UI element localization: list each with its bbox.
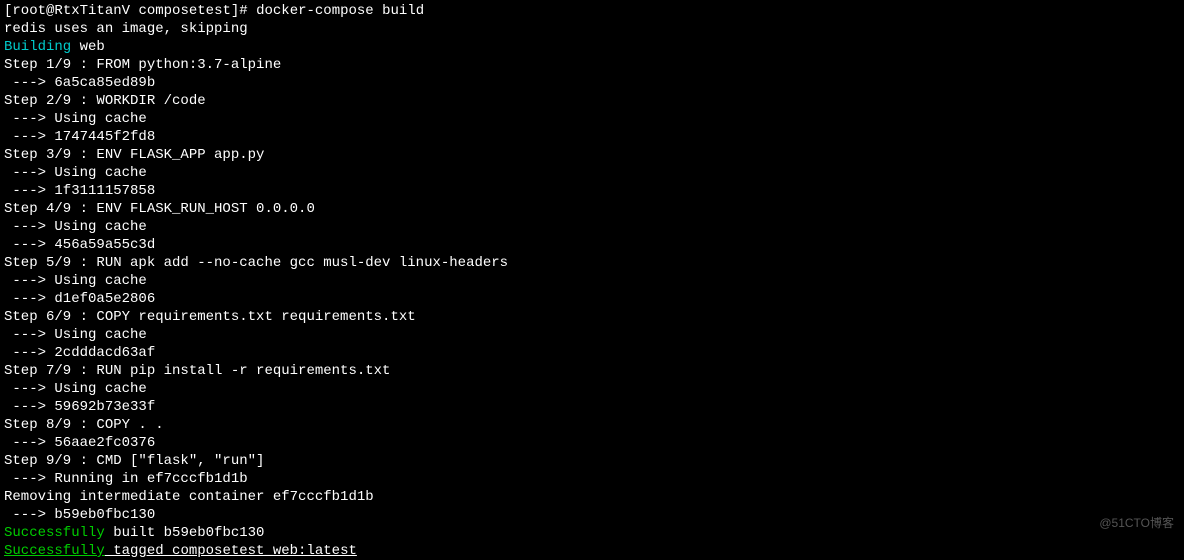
prompt-host: RtxTitanV <box>54 3 130 19</box>
success-keyword: Successfully <box>4 525 105 541</box>
step-header: Step 5/9 : RUN apk add --no-cache gcc mu… <box>4 255 508 271</box>
step-progress: ---> Using cache <box>4 165 147 181</box>
terminal-line: ---> Using cache <box>4 218 1180 236</box>
final-hash: ---> b59eb0fbc130 <box>4 507 155 523</box>
terminal-line: Step 4/9 : ENV FLASK_RUN_HOST 0.0.0.0 <box>4 200 1180 218</box>
prompt-close: ]# <box>231 3 256 19</box>
step-header: Step 4/9 : ENV FLASK_RUN_HOST 0.0.0.0 <box>4 201 315 217</box>
step-header: Step 7/9 : RUN pip install -r requiremen… <box>4 363 390 379</box>
success-rest: tagged composetest_web:latest <box>105 543 357 559</box>
step-progress: ---> 1f3111157858 <box>4 183 155 199</box>
prompt-cwd: composetest <box>138 3 230 19</box>
terminal-line: Successfully built b59eb0fbc130 <box>4 524 1180 542</box>
terminal-line: ---> Using cache <box>4 110 1180 128</box>
terminal-line: Step 1/9 : FROM python:3.7-alpine <box>4 56 1180 74</box>
building-target: web <box>71 39 105 55</box>
terminal-line: ---> Running in ef7cccfb1d1b <box>4 470 1180 488</box>
step-progress: ---> Using cache <box>4 381 147 397</box>
terminal-line: Removing intermediate container ef7cccfb… <box>4 488 1180 506</box>
step-progress: ---> Using cache <box>4 273 147 289</box>
step-progress: ---> 456a59a55c3d <box>4 237 155 253</box>
terminal-line: ---> 6a5ca85ed89b <box>4 74 1180 92</box>
terminal-line: Step 7/9 : RUN pip install -r requiremen… <box>4 362 1180 380</box>
step-progress: ---> d1ef0a5e2806 <box>4 291 155 307</box>
skip-line: redis uses an image, skipping <box>4 21 248 37</box>
step-header: Step 2/9 : WORKDIR /code <box>4 93 206 109</box>
terminal-line: ---> b59eb0fbc130 <box>4 506 1180 524</box>
success-rest: built b59eb0fbc130 <box>105 525 265 541</box>
step-progress: ---> 2cdddacd63af <box>4 345 155 361</box>
step-header: Step 3/9 : ENV FLASK_APP app.py <box>4 147 264 163</box>
terminal-line: Successfully tagged composetest_web:late… <box>4 542 1180 560</box>
terminal-line: ---> 1747445f2fd8 <box>4 128 1180 146</box>
terminal-line: ---> 56aae2fc0376 <box>4 434 1180 452</box>
terminal-line: ---> 2cdddacd63af <box>4 344 1180 362</box>
step-progress: ---> Using cache <box>4 111 147 127</box>
terminal-line: redis uses an image, skipping <box>4 20 1180 38</box>
step-progress: ---> 59692b73e33f <box>4 399 155 415</box>
step-progress: ---> Using cache <box>4 219 147 235</box>
terminal-line: Step 6/9 : COPY requirements.txt require… <box>4 308 1180 326</box>
terminal-line: ---> Using cache <box>4 380 1180 398</box>
terminal-line: ---> 59692b73e33f <box>4 398 1180 416</box>
command: docker-compose build <box>256 3 424 19</box>
terminal-line: Step 5/9 : RUN apk add --no-cache gcc mu… <box>4 254 1180 272</box>
terminal-line: Building web <box>4 38 1180 56</box>
prompt-user: root <box>12 3 46 19</box>
terminal-line: Step 9/9 : CMD ["flask", "run"] <box>4 452 1180 470</box>
step-progress: ---> Using cache <box>4 327 147 343</box>
step-progress: ---> Running in ef7cccfb1d1b <box>4 471 248 487</box>
building-keyword: Building <box>4 39 71 55</box>
success-keyword: Successfully <box>4 543 105 559</box>
terminal-line: Step 8/9 : COPY . . <box>4 416 1180 434</box>
step-header: Step 9/9 : CMD ["flask", "run"] <box>4 453 264 469</box>
terminal-line: ---> Using cache <box>4 326 1180 344</box>
step-progress: ---> 56aae2fc0376 <box>4 435 155 451</box>
step-header: Step 6/9 : COPY requirements.txt require… <box>4 309 416 325</box>
step-progress: ---> 1747445f2fd8 <box>4 129 155 145</box>
terminal-line: ---> Using cache <box>4 164 1180 182</box>
terminal-line: ---> Using cache <box>4 272 1180 290</box>
terminal-output: [root@RtxTitanV composetest]# docker-com… <box>4 2 1180 560</box>
removing-line: Removing intermediate container ef7cccfb… <box>4 489 374 505</box>
watermark: @51CTO博客 <box>1099 514 1174 532</box>
step-progress: ---> 6a5ca85ed89b <box>4 75 155 91</box>
terminal-line: ---> d1ef0a5e2806 <box>4 290 1180 308</box>
step-header: Step 8/9 : COPY . . <box>4 417 164 433</box>
terminal-line: ---> 456a59a55c3d <box>4 236 1180 254</box>
terminal-line: ---> 1f3111157858 <box>4 182 1180 200</box>
terminal-line: [root@RtxTitanV composetest]# docker-com… <box>4 2 1180 20</box>
terminal-line: Step 2/9 : WORKDIR /code <box>4 92 1180 110</box>
terminal-line: Step 3/9 : ENV FLASK_APP app.py <box>4 146 1180 164</box>
step-header: Step 1/9 : FROM python:3.7-alpine <box>4 57 281 73</box>
